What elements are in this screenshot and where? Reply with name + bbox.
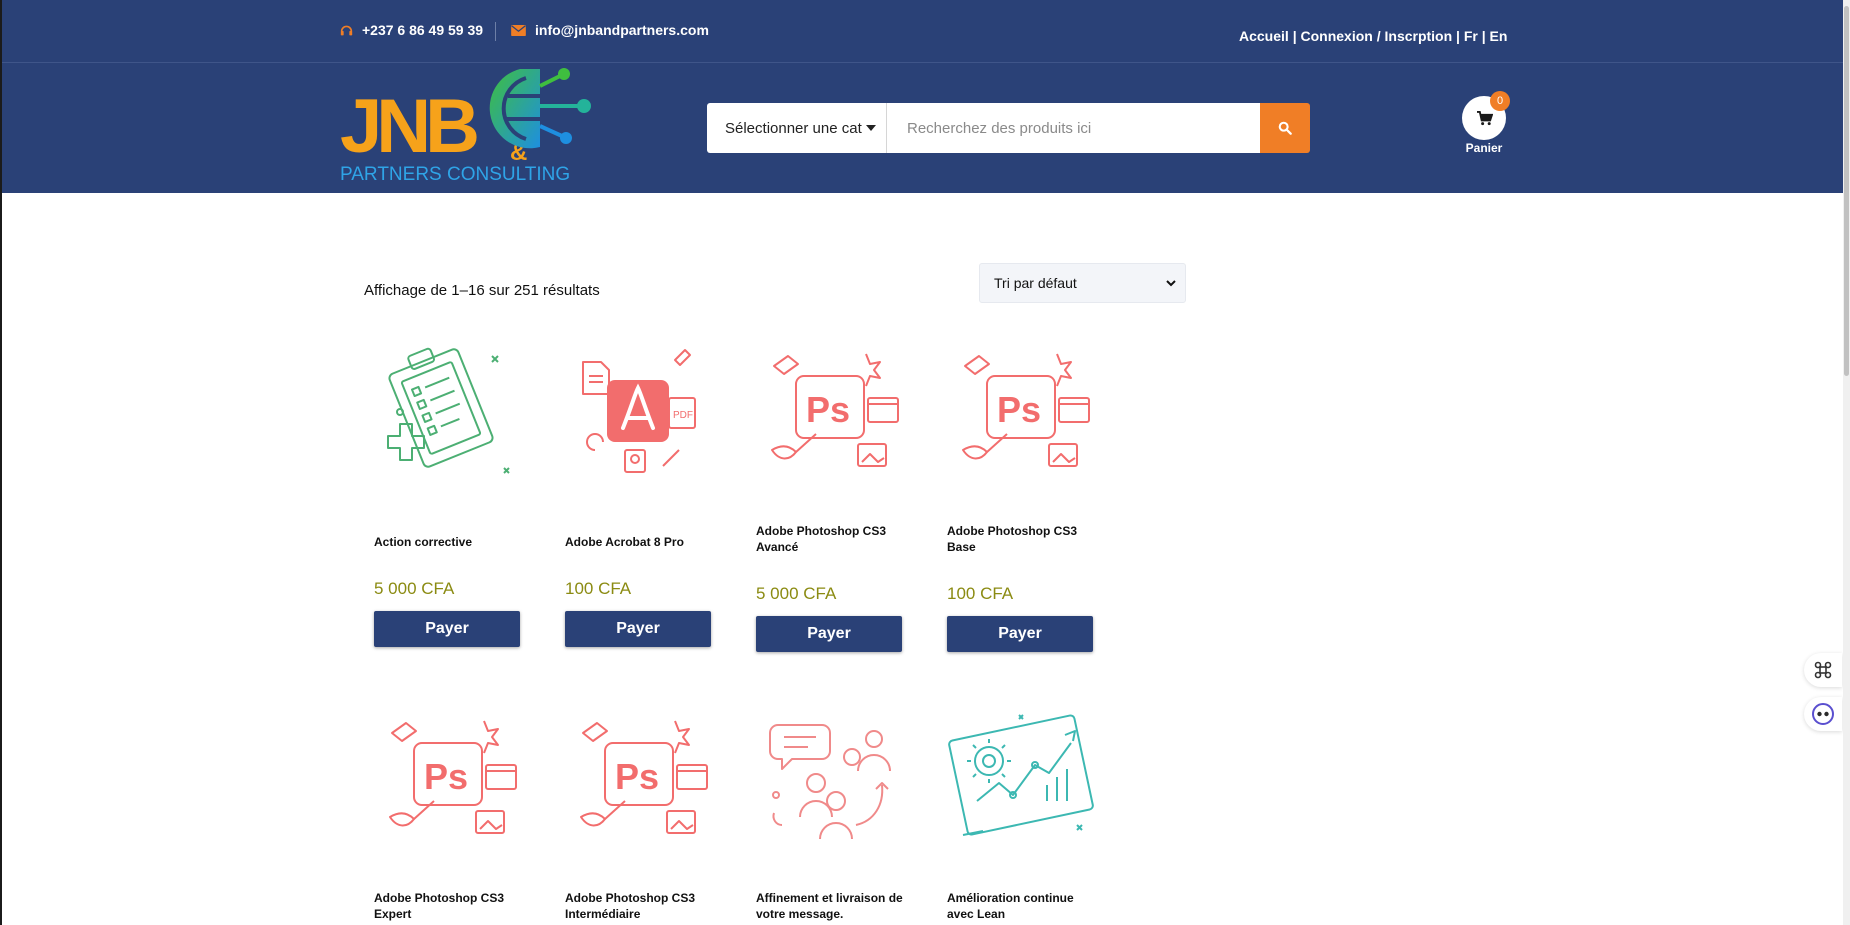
logo-tagline: PARTNERS CONSULTING bbox=[340, 164, 570, 184]
svg-text:Ps: Ps bbox=[997, 389, 1041, 430]
acrobat-pdf-icon: PDF bbox=[582, 349, 696, 473]
scrollbar-thumb[interactable] bbox=[1844, 6, 1849, 376]
top-nav-links[interactable]: Accueil | Connexion / Inscrption | Fr | … bbox=[1239, 28, 1507, 44]
pay-button[interactable]: Payer bbox=[374, 611, 520, 647]
product-title[interactable]: Action corrective bbox=[374, 534, 522, 550]
cart-count-badge: 0 bbox=[1490, 91, 1510, 111]
product-price: 5 000 CFA bbox=[374, 579, 455, 598]
email-contact[interactable]: info@jnbandpartners.com bbox=[511, 22, 709, 38]
product-title[interactable]: Adobe Photoshop CS3 Avancé bbox=[756, 523, 904, 555]
envelope-icon bbox=[511, 24, 526, 36]
page: +237 6 86 49 59 39 info@jnbandpartners.c… bbox=[0, 0, 1843, 925]
product-title[interactable]: Adobe Photoshop CS3 Intermédiaire bbox=[565, 890, 713, 922]
product-price: 100 CFA bbox=[565, 579, 632, 598]
logo-jnb-text: JNB bbox=[340, 84, 477, 169]
search-button[interactable] bbox=[1260, 103, 1310, 153]
product-title[interactable]: Adobe Photoshop CS3 Base bbox=[947, 523, 1095, 555]
search-icon bbox=[1278, 121, 1292, 135]
headset-icon bbox=[340, 25, 353, 35]
assistant-face-icon bbox=[1812, 703, 1834, 725]
email-address: info@jnbandpartners.com bbox=[535, 22, 709, 38]
pay-button[interactable]: Payer bbox=[756, 616, 902, 652]
pay-button[interactable]: Payer bbox=[565, 611, 711, 647]
site-header: +237 6 86 49 59 39 info@jnbandpartners.c… bbox=[2, 0, 1843, 193]
product-title[interactable]: Affinement et livraison de votre message… bbox=[756, 890, 904, 922]
svg-text:Ps: Ps bbox=[806, 389, 850, 430]
category-select-value: Sélectionner une cat bbox=[725, 119, 862, 137]
site-logo[interactable]: JNB & PARTNERS CONSULTING bbox=[340, 64, 615, 184]
shopping-cart-icon bbox=[1476, 110, 1493, 125]
gear-growth-chart-icon bbox=[948, 714, 1094, 836]
command-key-icon bbox=[1814, 661, 1832, 679]
assistant-widget-button[interactable] bbox=[1804, 697, 1842, 731]
product-price: 5 000 CFA bbox=[756, 584, 837, 603]
photoshop-icon: Ps bbox=[771, 353, 899, 467]
shortcut-widget-button[interactable] bbox=[1804, 653, 1842, 687]
search-bar: Sélectionner une cat bbox=[707, 103, 1310, 153]
photoshop-icon: Ps bbox=[389, 720, 517, 834]
product-title[interactable]: Adobe Acrobat 8 Pro bbox=[565, 534, 713, 550]
product-title[interactable]: Amélioration continue avec Lean bbox=[947, 890, 1095, 922]
category-select[interactable]: Sélectionner une cat bbox=[707, 103, 887, 153]
sort-select-value: Tri par défaut bbox=[994, 275, 1077, 291]
svg-text:PDF: PDF bbox=[673, 410, 693, 421]
search-input[interactable] bbox=[887, 103, 1260, 153]
product-price: 100 CFA bbox=[947, 584, 1014, 603]
result-count: Affichage de 1–16 sur 251 résultats bbox=[364, 282, 600, 299]
topbar-divider bbox=[495, 22, 496, 41]
svg-text:Ps: Ps bbox=[615, 756, 659, 797]
photoshop-icon: Ps bbox=[962, 353, 1090, 467]
speech-bubbles-people-icon bbox=[769, 724, 891, 840]
cart-label[interactable]: Panier bbox=[1442, 141, 1526, 155]
top-bar: +237 6 86 49 59 39 info@jnbandpartners.c… bbox=[2, 0, 1843, 63]
clipboard-checklist-icon bbox=[387, 347, 510, 474]
chevron-down-icon bbox=[1166, 280, 1176, 287]
svg-text:Ps: Ps bbox=[424, 756, 468, 797]
product-title[interactable]: Adobe Photoshop CS3 Expert bbox=[374, 890, 522, 922]
globe-network-icon bbox=[489, 68, 591, 149]
sort-select[interactable]: Tri par défaut bbox=[979, 263, 1186, 303]
photoshop-icon: Ps bbox=[580, 720, 708, 834]
pay-button[interactable]: Payer bbox=[947, 616, 1093, 652]
phone-contact[interactable]: +237 6 86 49 59 39 bbox=[340, 22, 483, 38]
caret-down-icon bbox=[866, 125, 876, 131]
phone-number: +237 6 86 49 59 39 bbox=[362, 22, 484, 38]
